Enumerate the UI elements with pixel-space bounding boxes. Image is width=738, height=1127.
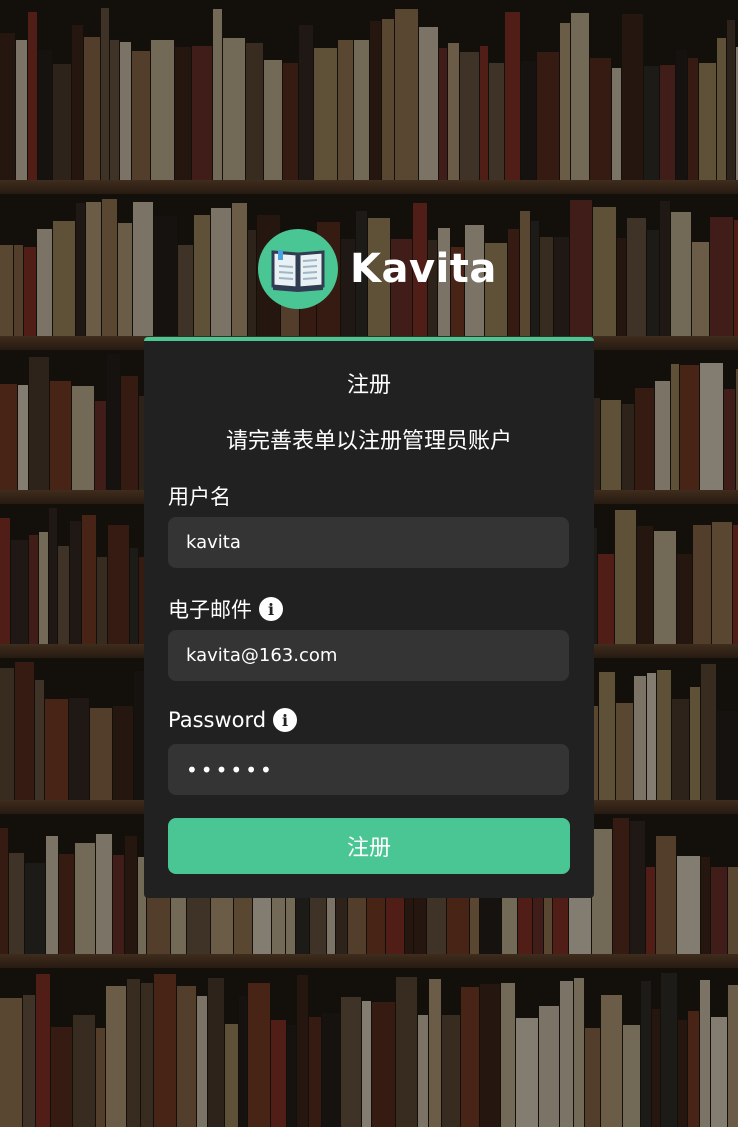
email-info-icon[interactable]: i xyxy=(259,597,283,621)
card-subtitle: 请完善表单以注册管理员账户 xyxy=(225,429,512,454)
username-label-text: 用户名 xyxy=(168,485,231,509)
email-label-text: 电子邮件 xyxy=(168,598,252,622)
username-label: 用户名 xyxy=(168,481,231,511)
email-label: 电子邮件 i xyxy=(168,594,283,624)
book-logo-icon xyxy=(258,229,338,309)
password-info-icon[interactable]: i xyxy=(273,708,298,732)
password-input[interactable] xyxy=(168,744,569,795)
register-card: 注册 请完善表单以注册管理员账户 用户名 电子邮件 i Password i 注… xyxy=(144,337,594,898)
password-label: Password i xyxy=(168,708,298,732)
app-logo: Kavita xyxy=(258,229,497,309)
password-label-text: Password xyxy=(168,708,267,732)
username-input[interactable] xyxy=(168,517,569,568)
card-title: 注册 xyxy=(346,373,391,398)
register-button[interactable]: 注册 xyxy=(168,818,570,874)
app-name: Kavita xyxy=(350,246,497,292)
email-input[interactable] xyxy=(168,630,569,681)
